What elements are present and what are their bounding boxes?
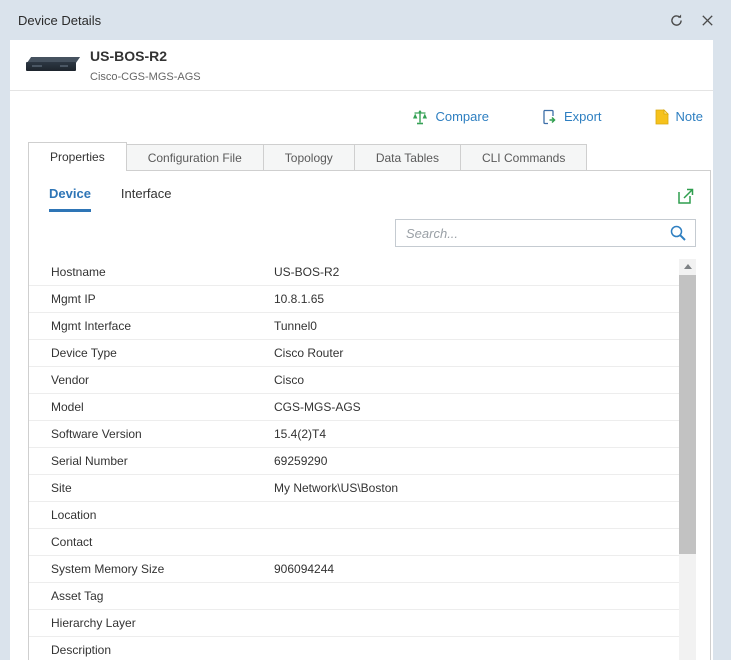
subtab-row: Device Interface (29, 171, 710, 212)
table-row: Mgmt IP10.8.1.65 (29, 286, 679, 313)
property-label: Description (29, 643, 274, 657)
note-button[interactable]: Note (654, 109, 703, 125)
property-value: 69259290 (274, 454, 679, 468)
table-row: SiteMy Network\US\Boston (29, 475, 679, 502)
export-label: Export (564, 109, 602, 124)
tab-cli-commands[interactable]: CLI Commands (461, 144, 587, 171)
tab-topology[interactable]: Topology (264, 144, 355, 171)
device-thumbnail-image (26, 57, 78, 73)
subtab-device[interactable]: Device (49, 186, 91, 212)
search-row (29, 212, 710, 247)
table-row: Mgmt InterfaceTunnel0 (29, 313, 679, 340)
table-row: Asset Tag (29, 583, 679, 610)
property-label: Software Version (29, 427, 274, 441)
refresh-icon[interactable] (669, 13, 684, 28)
property-label: Model (29, 400, 274, 414)
table-row: ModelCGS-MGS-AGS (29, 394, 679, 421)
property-value: CGS-MGS-AGS (274, 400, 679, 414)
property-value: Cisco Router (274, 346, 679, 360)
table-row: Contact (29, 529, 679, 556)
table-row: System Memory Size906094244 (29, 556, 679, 583)
property-value: Cisco (274, 373, 679, 387)
table-row: Location (29, 502, 679, 529)
device-name: US-BOS-R2 (90, 48, 201, 64)
compare-label: Compare (435, 109, 488, 124)
vertical-scrollbar[interactable] (679, 259, 696, 660)
property-value: My Network\US\Boston (274, 481, 679, 495)
property-value: 10.8.1.65 (274, 292, 679, 306)
property-label: Site (29, 481, 274, 495)
property-value: 906094244 (274, 562, 679, 576)
device-header: US-BOS-R2 Cisco-CGS-MGS-AGS (10, 40, 713, 91)
open-in-new-window-icon[interactable] (676, 186, 696, 206)
property-label: Mgmt IP (29, 292, 274, 306)
property-label: Location (29, 508, 274, 522)
compare-button[interactable]: Compare (412, 109, 488, 125)
properties-table: HostnameUS-BOS-R2Mgmt IP10.8.1.65Mgmt In… (29, 259, 679, 660)
tab-configuration-file[interactable]: Configuration File (127, 144, 264, 171)
device-details-panel: US-BOS-R2 Cisco-CGS-MGS-AGS Compare Expo… (10, 40, 713, 660)
table-row: Device TypeCisco Router (29, 340, 679, 367)
search-box (395, 219, 696, 247)
device-model: Cisco-CGS-MGS-AGS (90, 71, 201, 83)
note-label: Note (676, 109, 703, 124)
property-label: Mgmt Interface (29, 319, 274, 333)
property-value: Tunnel0 (274, 319, 679, 333)
table-row: VendorCisco (29, 367, 679, 394)
table-row: HostnameUS-BOS-R2 (29, 259, 679, 286)
table-row: Serial Number69259290 (29, 448, 679, 475)
balance-scale-icon (412, 109, 428, 125)
property-label: Vendor (29, 373, 274, 387)
close-icon[interactable] (700, 13, 715, 28)
table-row: Software Version15.4(2)T4 (29, 421, 679, 448)
table-row: Description (29, 637, 679, 660)
property-label: Asset Tag (29, 589, 274, 603)
properties-table-region: HostnameUS-BOS-R2Mgmt IP10.8.1.65Mgmt In… (29, 259, 696, 660)
property-label: Hostname (29, 265, 274, 279)
yellow-note-icon (654, 109, 669, 125)
search-icon[interactable] (669, 224, 687, 242)
tab-data-tables[interactable]: Data Tables (355, 144, 461, 171)
property-label: System Memory Size (29, 562, 274, 576)
property-label: Hierarchy Layer (29, 616, 274, 630)
subtab-interface[interactable]: Interface (121, 186, 172, 212)
tab-properties[interactable]: Properties (28, 142, 127, 171)
property-value: US-BOS-R2 (274, 265, 679, 279)
property-label: Device Type (29, 346, 274, 360)
property-value: 15.4(2)T4 (274, 427, 679, 441)
dialog-titlebar: Device Details (0, 0, 731, 40)
table-row: Hierarchy Layer (29, 610, 679, 637)
actions-toolbar: Compare Export Note (10, 91, 713, 142)
properties-tab-content: DeviceInterface HostnameUS-BOS-R2Mgmt IP… (28, 170, 711, 660)
export-document-icon (541, 109, 557, 125)
tab-bar: PropertiesConfiguration FileTopologyData… (28, 142, 587, 171)
scrollbar-up-arrow-icon[interactable] (679, 259, 696, 274)
dialog-title: Device Details (18, 13, 669, 28)
property-label: Serial Number (29, 454, 274, 468)
search-input[interactable] (406, 226, 669, 241)
export-button[interactable]: Export (541, 109, 602, 125)
property-label: Contact (29, 535, 274, 549)
scrollbar-thumb[interactable] (679, 275, 696, 554)
